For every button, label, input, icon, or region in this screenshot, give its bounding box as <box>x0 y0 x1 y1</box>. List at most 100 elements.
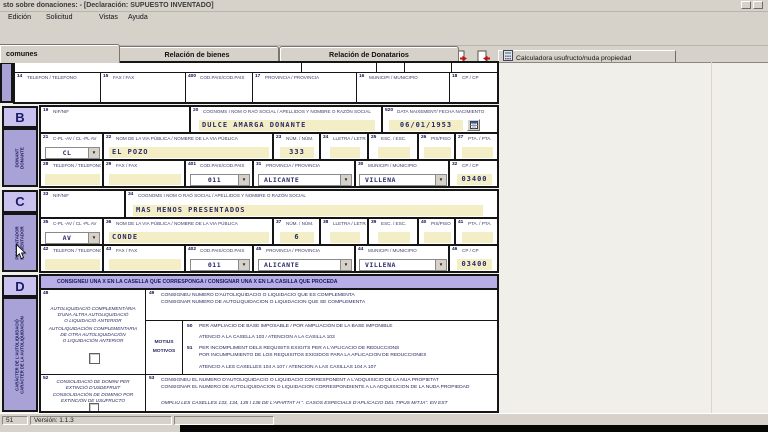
menu-ayuda[interactable]: Ayuda <box>128 12 148 24</box>
section-b-side-strip: DONANTDONANTE <box>2 128 38 187</box>
field-38: 38LLETRA / LETRA <box>320 218 368 245</box>
input-telefono-donante[interactable] <box>45 174 100 185</box>
field-52: 52 CONSOLIDACIÓ DE DOMINI PEREXTINCIÓ D'… <box>40 374 146 412</box>
field-17: 17PROVINCIA / PROVINCIA <box>252 72 357 103</box>
maximize-button[interactable] <box>753 1 763 9</box>
input-num-presentador[interactable]: 6 <box>280 232 314 243</box>
cell-divider <box>451 63 452 72</box>
combo-pais-presentador[interactable]: 011▼ <box>190 259 250 271</box>
combo-arrow-button[interactable]: ▼ <box>88 233 99 243</box>
window-title: sto sobre donaciones: - [Declaración: SU… <box>3 1 214 10</box>
field-22: 22NOM DE LA VIA PÚBLICA / NOMBRE DE LA V… <box>103 133 273 160</box>
field-45: 45PROVINCIA / PROVINCIA ALICANTE▼ <box>253 245 355 272</box>
input-pta-presentador[interactable] <box>462 232 493 243</box>
input-fax-presentador[interactable] <box>109 259 181 270</box>
cell-divider <box>301 63 302 72</box>
status-cell-left: 51 <box>2 416 28 425</box>
combo-arrow-button[interactable]: ▼ <box>238 260 249 270</box>
checkbox-autoliquidacion-complementaria[interactable] <box>89 353 100 364</box>
combo-arrow-button[interactable]: ▼ <box>340 260 351 270</box>
field-48-label: AUTOLIQUIDACIÓ COMPLEMENTÀRIAD'UNA ALTRA… <box>43 306 143 345</box>
field-28: 28TELEFON / TELEFONO <box>40 160 103 187</box>
input-pta-donante[interactable] <box>462 147 493 158</box>
combo-provincia-presentador[interactable]: ALICANTE▼ <box>258 259 352 271</box>
section-d-header: CONSIGNEU UNA X EN LA CASELLA QUE CORRES… <box>40 275 498 289</box>
input-esc-donante[interactable] <box>378 147 410 158</box>
field-44: 44MUNICIPI / MUNICIPIO VILLENA▼ <box>355 245 449 272</box>
input-letra-donante[interactable] <box>330 147 360 158</box>
calendar-button[interactable] <box>467 119 480 131</box>
input-esc-presentador[interactable] <box>378 232 410 243</box>
input-num-donante[interactable]: 333 <box>280 147 314 158</box>
combo-pais-donante[interactable]: 011▼ <box>190 174 250 186</box>
field-50-51: 50 PER AMPLIACIÓ DE BASE IMPOSABLE / POR… <box>182 320 498 375</box>
input-fax-donante[interactable] <box>109 174 181 185</box>
section-b-letter: B <box>2 106 38 128</box>
input-letra-presentador[interactable] <box>330 232 360 243</box>
section-d-letter: D <box>2 275 38 297</box>
field-520: 520DATA NAIXEMENT/ FECHA NACIMIENTO 06/0… <box>382 106 498 133</box>
input-telefono-presentador[interactable] <box>45 259 100 270</box>
top-section-side-strip <box>0 62 13 103</box>
combo-municipio-donante[interactable]: VILLENA▼ <box>359 174 447 186</box>
combo-arrow-button[interactable]: ▼ <box>435 260 446 270</box>
input-fecha-nacimiento[interactable]: 06/01/1953 <box>389 120 463 131</box>
input-via-donante[interactable]: EL POZO <box>109 147 269 158</box>
menu-bar: Edición Solicitud Vistas Ayuda _ x <box>0 12 768 24</box>
field-21: 21C-PL -AV / CL -PL AV CL▼ <box>40 133 103 160</box>
field-32: 32CP / CP 03400 <box>449 160 498 187</box>
field-46: 46CP / CP 03400 <box>449 245 498 272</box>
combo-arrow-button[interactable]: ▼ <box>238 175 249 185</box>
combo-arrow-button[interactable]: ▼ <box>435 175 446 185</box>
input-nombre-donante[interactable]: DULCE AMARGA DONANTE <box>199 120 375 131</box>
combo-tipo-via-presentador[interactable]: AV▼ <box>45 232 100 244</box>
tab-comunes[interactable]: comunes <box>0 44 120 63</box>
field-31: 31PROVINCIA / PROVINCIA ALICANTE▼ <box>253 160 355 187</box>
section-c-letter: C <box>2 190 38 213</box>
field-29: 29FAX / FAX <box>103 160 185 187</box>
toolbar: Z Envío de datos Calculadora usufructo/n… <box>0 24 768 46</box>
field-36: 36NOM DE LA VIA PÚBLICA / NOMBRE DE LA V… <box>103 218 273 245</box>
combo-arrow-button[interactable]: ▼ <box>88 148 99 158</box>
application-window: sto sobre donaciones: - [Declaración: SU… <box>0 0 768 432</box>
field-34: 34COGNOMS I NOM O RAÓ SOCIAL / APELLIDOS… <box>125 190 498 218</box>
input-piso-donante[interactable] <box>424 147 451 158</box>
combo-provincia-donante[interactable]: ALICANTE▼ <box>258 174 352 186</box>
field-43: 43FAX / FAX <box>103 245 185 272</box>
field-19: 19NIF/NIF <box>40 106 190 133</box>
motius-cell: MOTIUS MOTIVOS <box>145 320 183 375</box>
menu-solicitud[interactable]: Solicitud <box>46 12 72 24</box>
tab-relacion-de-bienes[interactable]: Relación de bienes <box>115 46 279 63</box>
checkbox-consolidacion-dominio[interactable] <box>89 403 99 412</box>
input-cp-donante[interactable]: 03400 <box>457 174 492 185</box>
combo-tipo-via-donante[interactable]: CL▼ <box>45 147 100 159</box>
field-25: 25ESC. / ESC. <box>368 133 418 160</box>
client-divider-line <box>711 62 712 413</box>
tab-relacion-de-donatarios[interactable]: Relación de Donatarios <box>279 46 459 63</box>
input-cp-presentador[interactable]: 03400 <box>457 259 492 270</box>
field-23: 23NÚM. / NÚM. 333 <box>273 133 320 160</box>
field-24: 24LLETRA / LETRA <box>320 133 368 160</box>
section-d-side-label: CARÀCTER DE L'AUTOLIQUIDACIÓCARÁCTER DE … <box>15 316 26 394</box>
input-nombre-presentador[interactable]: MAS MENOS PRESENTADOS <box>133 205 483 216</box>
field-35: 35C-PL -AV / CL -PL AV AV▼ <box>40 218 103 245</box>
section-d-side-strip: CARÀCTER DE L'AUTOLIQUIDACIÓCARÁCTER DE … <box>2 297 38 412</box>
menu-vistas[interactable]: Vistas <box>99 12 118 24</box>
combo-arrow-button[interactable]: ▼ <box>340 175 351 185</box>
menu-edicion[interactable]: Edición <box>8 12 31 24</box>
field-48: 48 AUTOLIQUIDACIÓ COMPLEMENTÀRIAD'UNA AL… <box>40 289 146 375</box>
combo-municipio-presentador[interactable]: VILLENA▼ <box>359 259 447 271</box>
title-bar: sto sobre donaciones: - [Declaración: SU… <box>0 0 768 12</box>
input-via-presentador[interactable]: CONDE <box>109 232 269 243</box>
minimize-button[interactable] <box>741 1 751 9</box>
input-piso-presentador[interactable] <box>424 232 451 243</box>
motius-label: MOTIUS <box>146 340 182 346</box>
field-401: 401COD.PAIS/COD.PAIS 011▼ <box>185 160 253 187</box>
field-52-label: CONSOLIDACIÓ DE DOMINI PEREXTINCIÓ D'USD… <box>43 379 143 404</box>
field-402: 402COD.PAIS/COD.PAIS 011▼ <box>185 245 253 272</box>
section-b-side-label: DONANTDONANTE <box>15 147 26 169</box>
field-41: 41PTA. / PTA. <box>455 218 498 245</box>
field-400: 400COD.PAIS/COD.PAIS <box>185 72 253 103</box>
field-49: 49 CONSIGNEU NÚMERO D'AUTOLIQUIDACIÓ O L… <box>145 289 498 321</box>
field-30: 30MUNICIPI / MUNICIPIO VILLENA▼ <box>355 160 449 187</box>
